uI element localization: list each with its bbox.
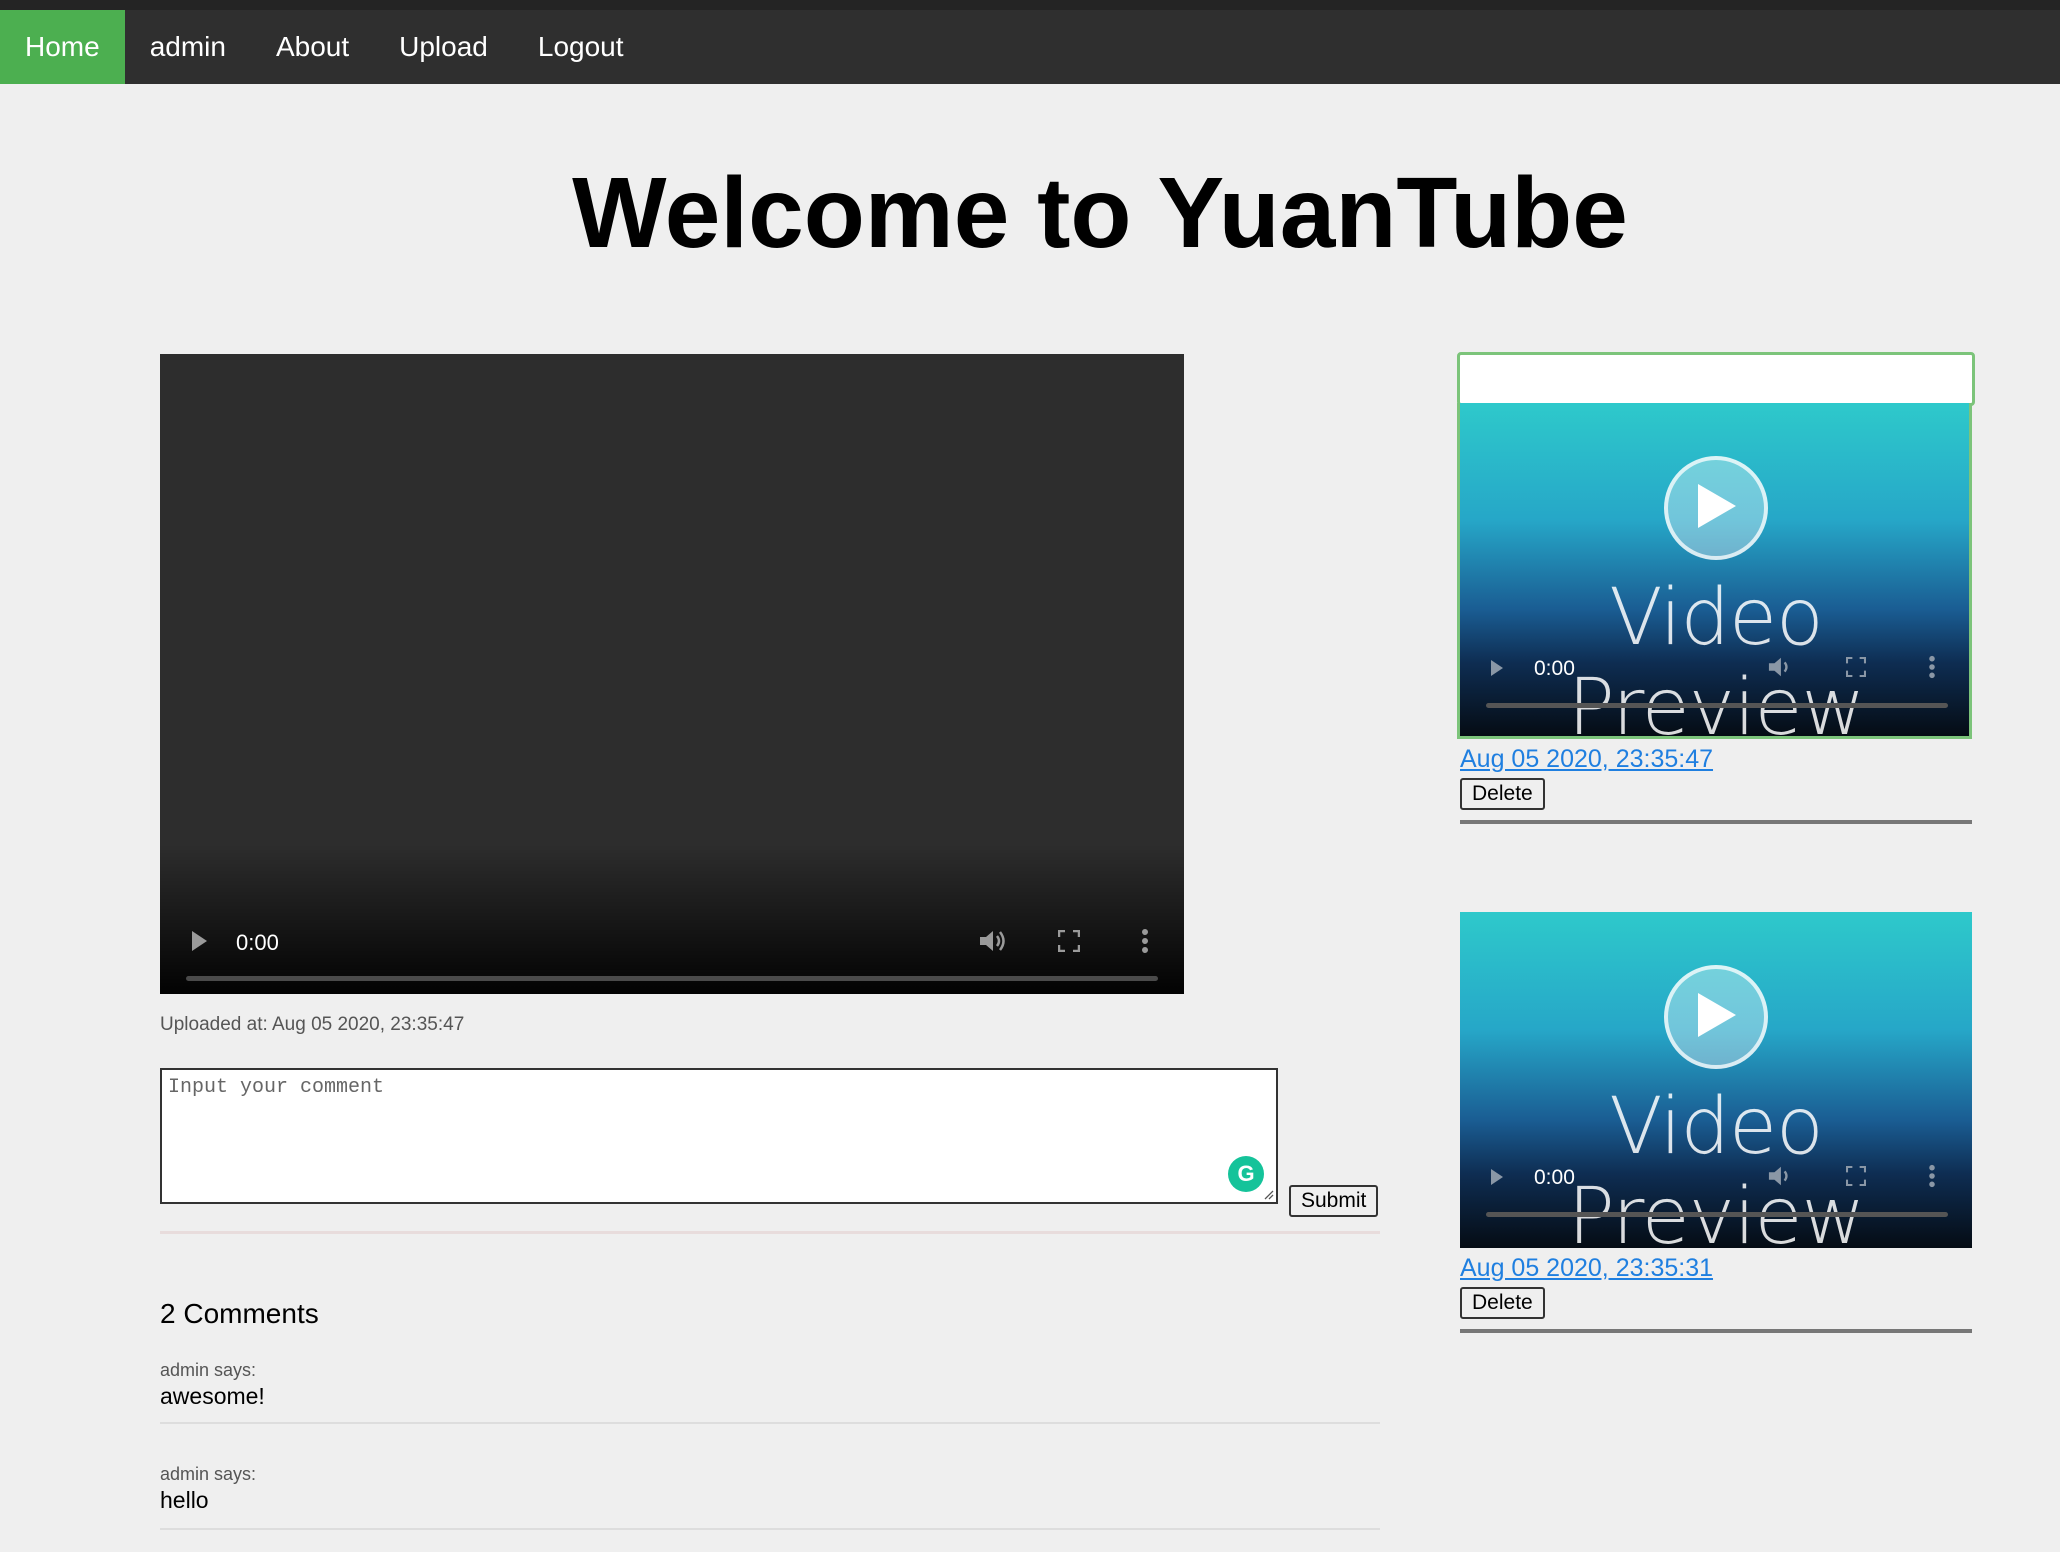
play-button-icon: [1664, 965, 1768, 1069]
thumbnail-progress-bar[interactable]: [1486, 1212, 1948, 1217]
more-options-icon[interactable]: [1141, 928, 1149, 954]
comment-item: admin says: awesome!: [160, 1360, 1380, 1424]
sidebar-video-card: Video Preview 0:00 Aug 05 2020, 23:35:47…: [1457, 352, 1975, 824]
nav-home[interactable]: Home: [0, 10, 125, 84]
comment-item: admin says: hello: [160, 1464, 1380, 1530]
comment-author: admin says:: [160, 1360, 257, 1380]
comments-count: 2 Comments: [160, 1298, 319, 1329]
card-divider: [1460, 820, 1972, 824]
player-time: 0:00: [236, 930, 279, 955]
comment-text: hello: [160, 1487, 209, 1513]
nav-admin[interactable]: admin: [125, 10, 251, 84]
comment-input[interactable]: [162, 1070, 1276, 1202]
resize-handle-icon[interactable]: [1262, 1188, 1274, 1200]
volume-icon[interactable]: [978, 928, 1006, 954]
comment-field-container: G: [160, 1068, 1278, 1204]
top-strip: [0, 0, 2060, 10]
sidebar-video-card: Video Preview 0:00 Aug 05 2020, 23:35:31…: [1460, 912, 1972, 1333]
thumbnail-time: 0:00: [1534, 1166, 1575, 1189]
selected-highlight: [1457, 352, 1975, 406]
volume-icon[interactable]: [1767, 1164, 1793, 1188]
thumbnail-time: 0:00: [1534, 657, 1575, 680]
submit-button[interactable]: Submit: [1289, 1185, 1379, 1217]
volume-icon[interactable]: [1767, 655, 1793, 679]
player-controls: 0:00: [160, 914, 1184, 994]
video-thumbnail[interactable]: Video Preview 0:00: [1460, 912, 1972, 1248]
divider: [160, 1231, 1380, 1234]
video-date-link[interactable]: Aug 05 2020, 23:35:47: [1460, 745, 1972, 774]
more-options-icon[interactable]: [1928, 655, 1936, 679]
play-button-icon: [1664, 456, 1768, 560]
card-divider: [1460, 1329, 1972, 1333]
thumbnail-controls: 0:00: [1460, 643, 1969, 735]
fullscreen-icon[interactable]: [1058, 930, 1080, 952]
thumbnail-progress-bar[interactable]: [1486, 703, 1948, 708]
comment-author: admin says:: [160, 1464, 257, 1484]
delete-button[interactable]: Delete: [1460, 778, 1545, 810]
play-icon[interactable]: [190, 930, 208, 952]
comment-text: awesome!: [160, 1383, 265, 1409]
fullscreen-icon[interactable]: [1846, 1166, 1866, 1186]
play-icon[interactable]: [1490, 659, 1504, 677]
more-options-icon[interactable]: [1928, 1164, 1936, 1188]
main-video-player[interactable]: 0:00: [160, 354, 1184, 994]
nav-logout[interactable]: Logout: [513, 10, 649, 84]
nav-upload[interactable]: Upload: [374, 10, 513, 84]
delete-button[interactable]: Delete: [1460, 1287, 1545, 1319]
video-thumbnail[interactable]: Video Preview 0:00: [1457, 403, 1972, 739]
grammarly-icon[interactable]: G: [1228, 1156, 1264, 1192]
video-date-link[interactable]: Aug 05 2020, 23:35:31: [1460, 1254, 1972, 1283]
comment-divider: [160, 1528, 1380, 1530]
comment-divider: [160, 1422, 1380, 1424]
player-progress-bar[interactable]: [186, 976, 1158, 981]
navbar: Home admin About Upload Logout: [0, 10, 2060, 84]
nav-about[interactable]: About: [251, 10, 374, 84]
page-title: Welcome to YuanTube: [572, 157, 1628, 269]
play-icon[interactable]: [1490, 1168, 1504, 1186]
fullscreen-icon[interactable]: [1846, 657, 1866, 677]
thumbnail-controls: 0:00: [1460, 1152, 1972, 1244]
upload-timestamp: Uploaded at: Aug 05 2020, 23:35:47: [160, 1014, 465, 1035]
